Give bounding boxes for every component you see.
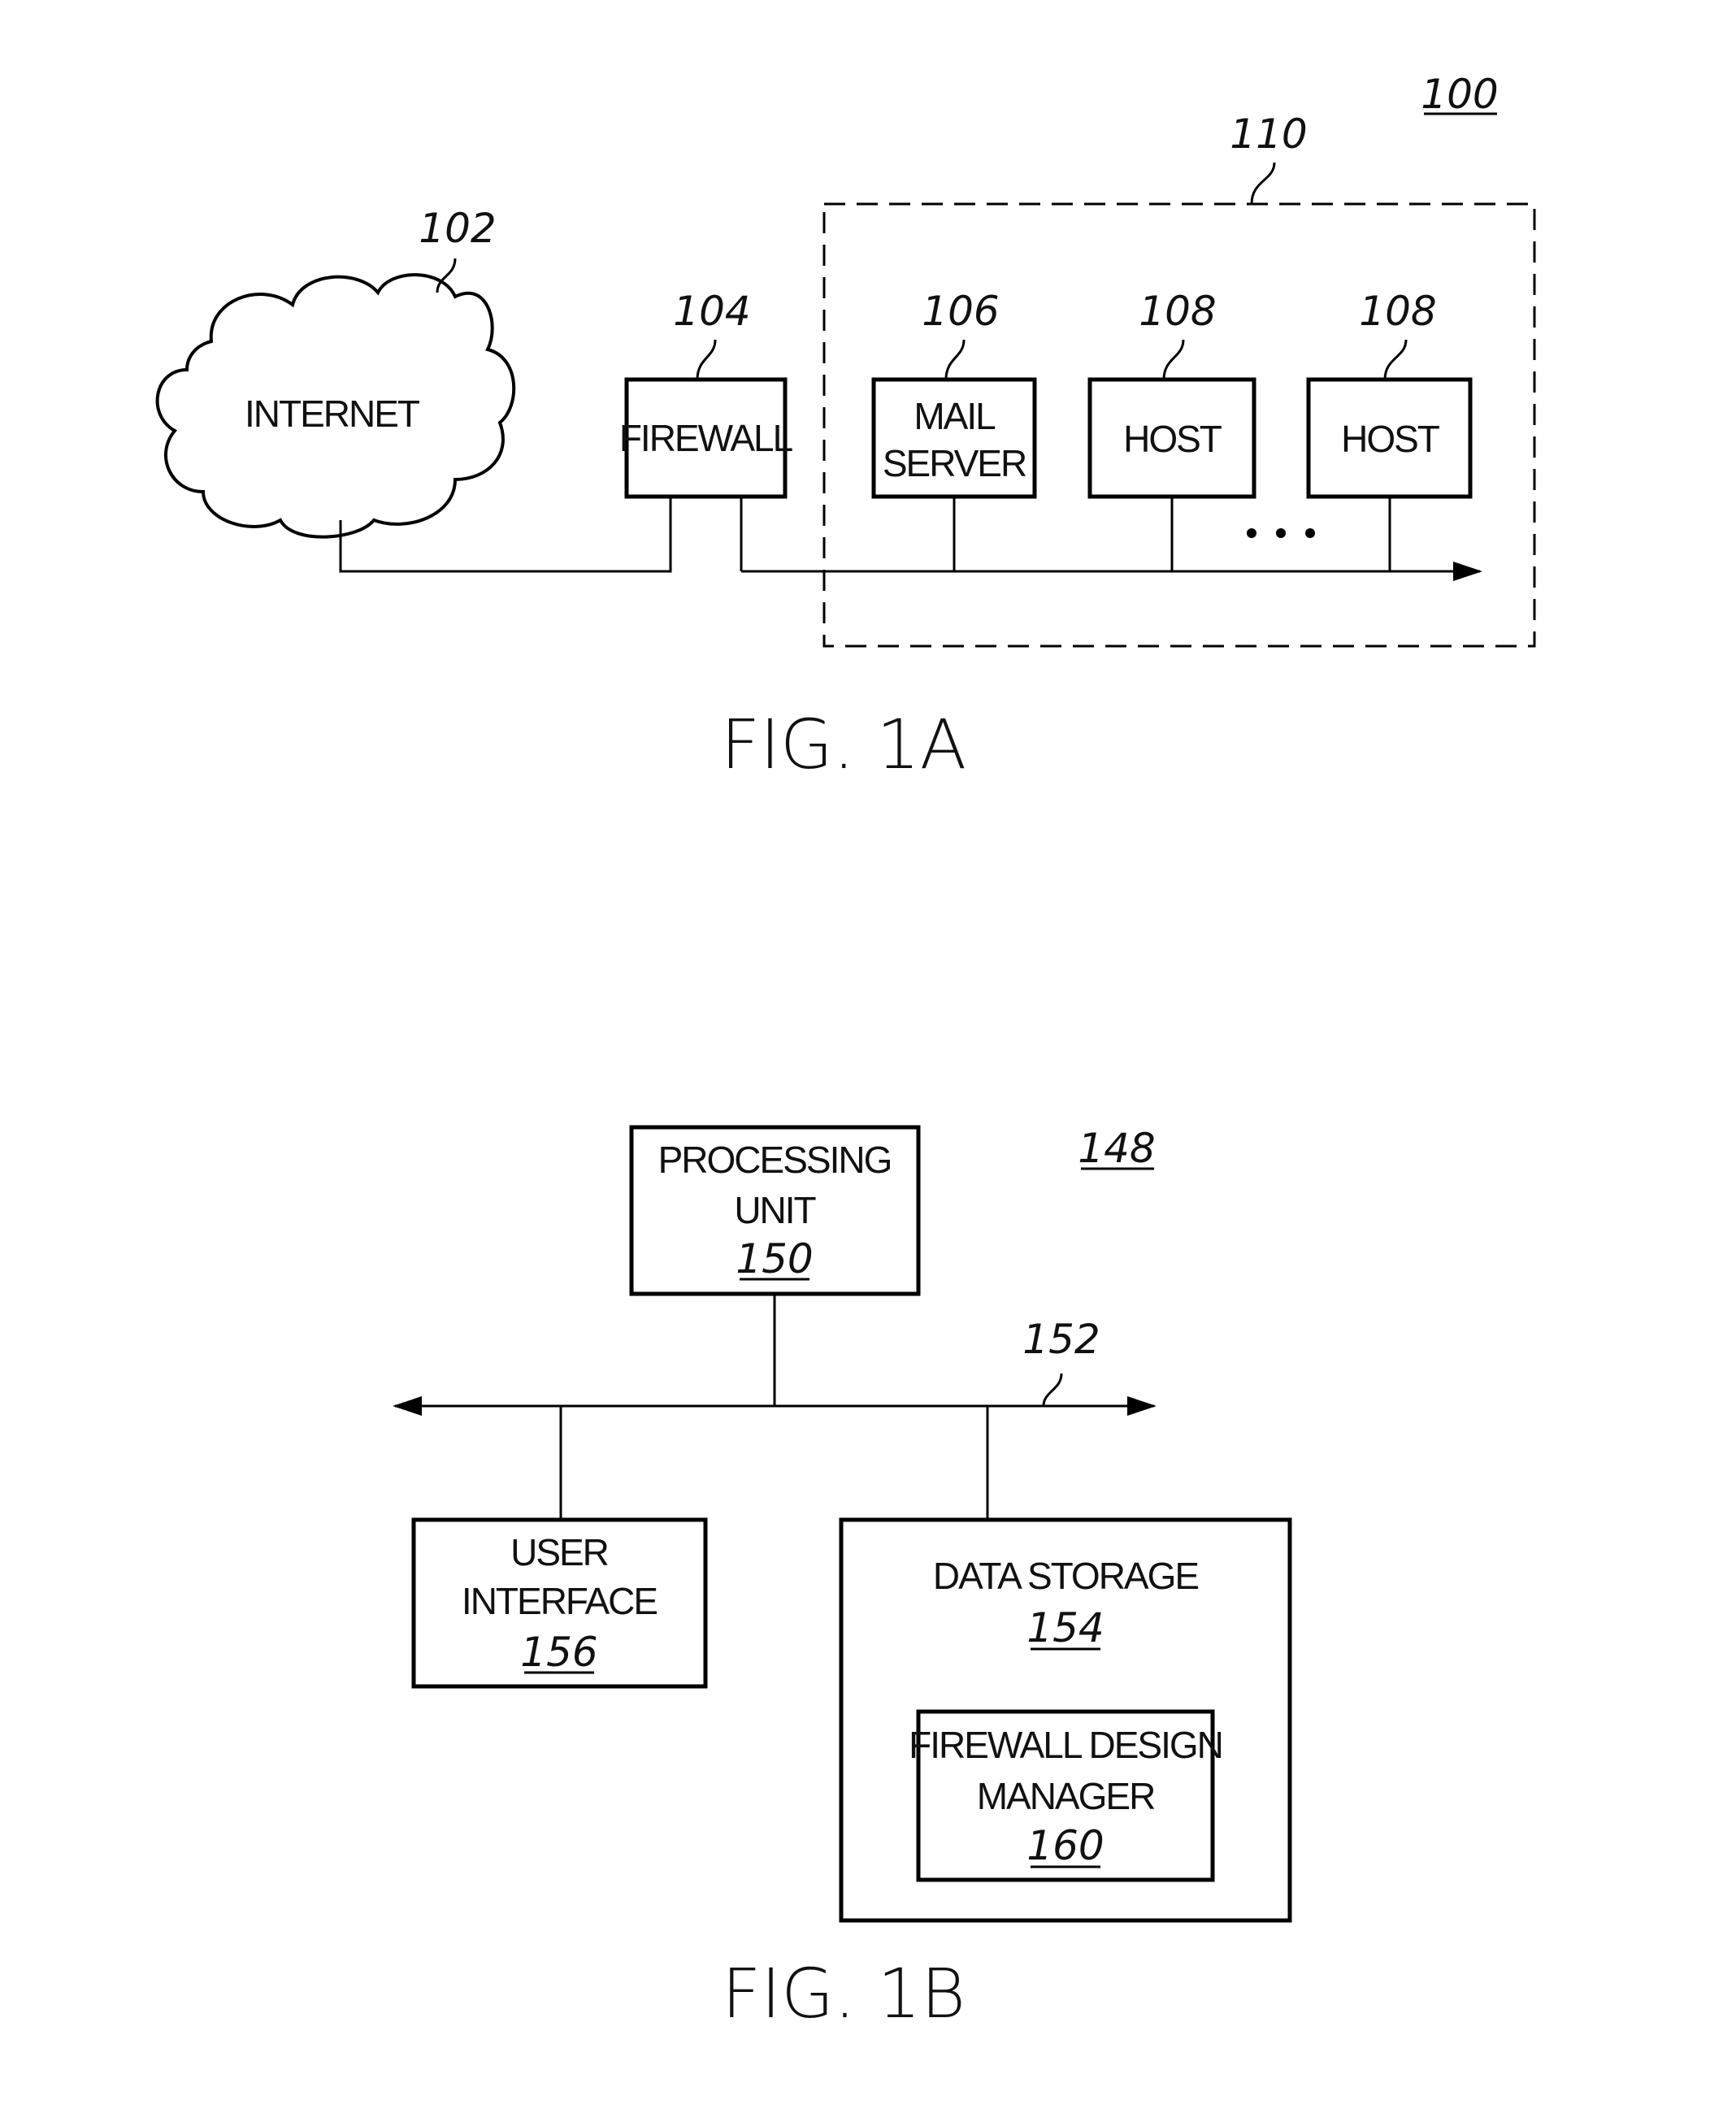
firewall-label: FIREWALL <box>619 417 793 459</box>
firewall-leader <box>696 339 717 380</box>
user-interface-node[interactable]: USER INTERFACE 156 <box>411 1517 708 1689</box>
user-interface-ref: 156 <box>520 1629 597 1676</box>
host-label: HOST <box>1123 418 1222 460</box>
figure-1a-caption: FIG. 1A <box>721 705 967 784</box>
processing-unit-label-line2: UNIT <box>734 1189 816 1231</box>
fdm-ref: 160 <box>1026 1822 1104 1869</box>
mail-server-label-line1: MAIL <box>914 395 996 437</box>
firewall-node[interactable]: FIREWALL <box>619 377 795 499</box>
mail-server-node[interactable]: MAIL SERVER <box>871 377 1037 499</box>
firewall-design-manager-node[interactable]: FIREWALL DESIGN MANAGER 160 <box>909 1709 1224 1882</box>
patent-figure-sheet: 100 110 INTERNET 102 FIREWALL 104 MAIL S… <box>155 71 1536 2033</box>
ellipsis-dot <box>1276 528 1286 538</box>
mail-server-leader <box>944 339 966 380</box>
host-leader <box>1383 339 1408 380</box>
internet-cloud[interactable]: INTERNET <box>155 273 516 539</box>
firewall-ref: 104 <box>673 288 750 335</box>
network-group-leader <box>1250 162 1276 205</box>
host-leader <box>1162 339 1185 380</box>
host-node[interactable]: HOST <box>1306 377 1473 499</box>
fdm-label-line1: FIREWALL DESIGN <box>909 1724 1222 1766</box>
network-group-ref: 110 <box>1230 111 1307 158</box>
figure-1a: 100 110 INTERNET 102 FIREWALL 104 MAIL S… <box>155 71 1536 784</box>
mail-server-ref: 106 <box>922 288 999 335</box>
mail-server-label-line2: SERVER <box>883 442 1026 484</box>
processing-unit-label-line1: PROCESSING <box>658 1139 892 1181</box>
data-storage-node[interactable]: DATA STORAGE 154 FIREWALL DESIGN MANAGER… <box>839 1517 1292 1923</box>
fdm-label-line2: MANAGER <box>977 1775 1155 1817</box>
bus-leader <box>1042 1373 1063 1407</box>
user-interface-label-line2: INTERFACE <box>462 1580 657 1622</box>
data-storage-label: DATA STORAGE <box>933 1555 1199 1597</box>
figure-1b-caption: FIG. 1B <box>722 1954 966 2033</box>
internet-label: INTERNET <box>245 393 420 435</box>
host-label: HOST <box>1341 418 1440 460</box>
data-storage-ref: 154 <box>1026 1604 1104 1651</box>
internet-ref: 102 <box>419 205 496 252</box>
system-ref-100: 100 <box>1421 71 1498 118</box>
host-ref: 108 <box>1139 288 1216 335</box>
ellipsis-dot <box>1247 528 1256 538</box>
system-ref-148: 148 <box>1078 1125 1155 1172</box>
processing-unit-ref: 150 <box>736 1235 813 1282</box>
figure-1b: 148 PROCESSING UNIT 150 152 USER INTERFA… <box>393 1125 1292 2033</box>
host-ref: 108 <box>1359 288 1436 335</box>
host-node[interactable]: HOST <box>1087 377 1256 499</box>
ellipsis-dot <box>1305 528 1315 538</box>
processing-unit-node[interactable]: PROCESSING UNIT 150 <box>629 1125 921 1296</box>
bus-ref: 152 <box>1022 1316 1100 1363</box>
user-interface-label-line1: USER <box>510 1531 609 1573</box>
